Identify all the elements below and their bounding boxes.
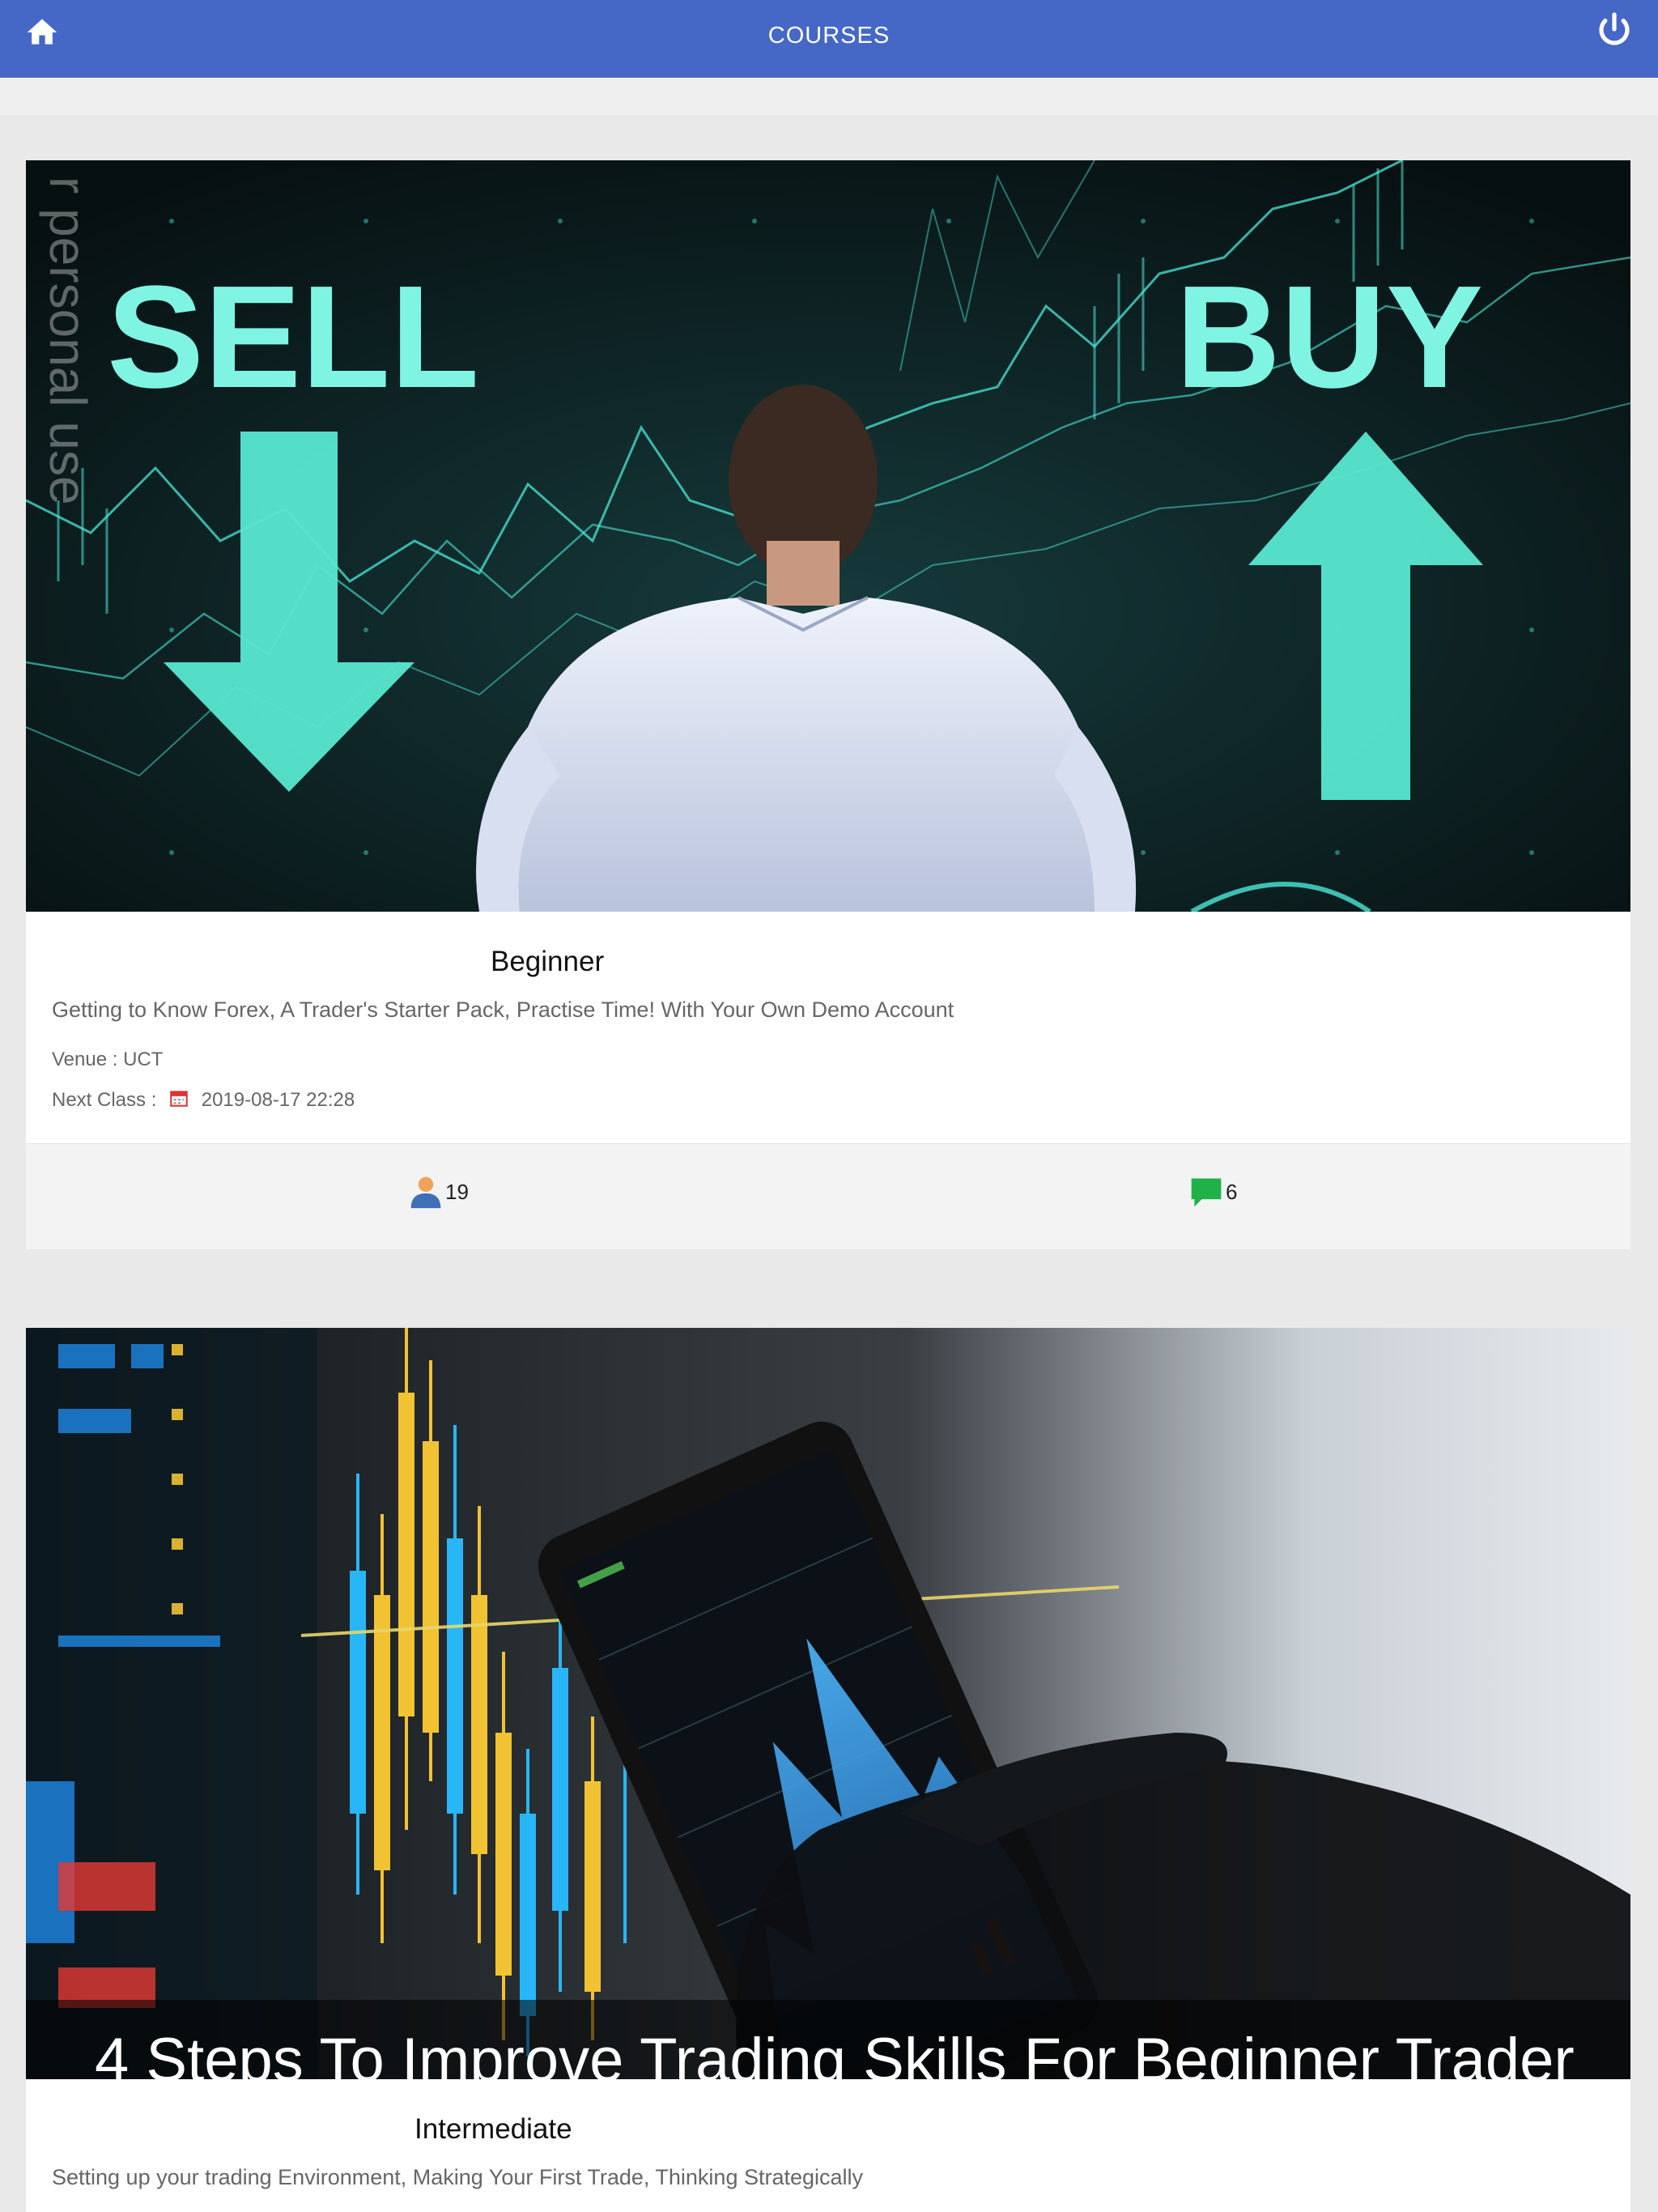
page-title: COURSES <box>767 23 891 49</box>
course-image-intermediate: 4 Steps To Improve Trading Skills For Be… <box>26 1328 1630 2079</box>
app-header: COURSES <box>0 0 1658 78</box>
next-class-label: Next Class : <box>52 1089 157 1111</box>
course-level: Beginner <box>491 946 605 977</box>
comments-stat[interactable]: 6 <box>1188 1172 1237 1212</box>
venue-row: Venue : UCT <box>52 1049 163 1071</box>
course-card-beginner[interactable]: SELL BUY r personal use Beginner Getting… <box>26 160 1630 1249</box>
course-level: Intermediate <box>414 2113 572 2145</box>
calendar-icon <box>170 1091 188 1107</box>
power-icon[interactable] <box>1595 11 1634 50</box>
sub-header <box>0 78 1658 115</box>
buy-text: BUY <box>1175 256 1483 419</box>
next-class-value: 2019-08-17 22:28 <box>201 1089 355 1111</box>
venue-value: UCT <box>123 1049 164 1070</box>
side-watermark: r personal use <box>39 177 97 505</box>
course-footer: 19 6 <box>26 1143 1630 1249</box>
course-description: Setting up your trading Environment, Mak… <box>52 2165 864 2189</box>
venue-label: Venue : <box>52 1049 118 1070</box>
course-description: Getting to Know Forex, A Trader's Starte… <box>52 998 954 1022</box>
user-icon <box>410 1176 441 1209</box>
course-image-beginner: SELL BUY r personal use <box>26 160 1630 912</box>
sell-text: SELL <box>107 256 479 419</box>
image-caption: 4 Steps To Improve Trading Skills For Be… <box>95 2026 1575 2079</box>
comment-icon <box>1191 1178 1222 1207</box>
course-card-intermediate[interactable]: 4 Steps To Improve Trading Skills For Be… <box>26 1328 1630 2212</box>
next-class-row: Next Class : 2019-08-17 22:28 <box>52 1087 355 1112</box>
attendees-stat[interactable]: 19 <box>408 1172 469 1212</box>
comments-count: 6 <box>1226 1179 1238 1204</box>
attendees-count: 19 <box>445 1179 469 1204</box>
